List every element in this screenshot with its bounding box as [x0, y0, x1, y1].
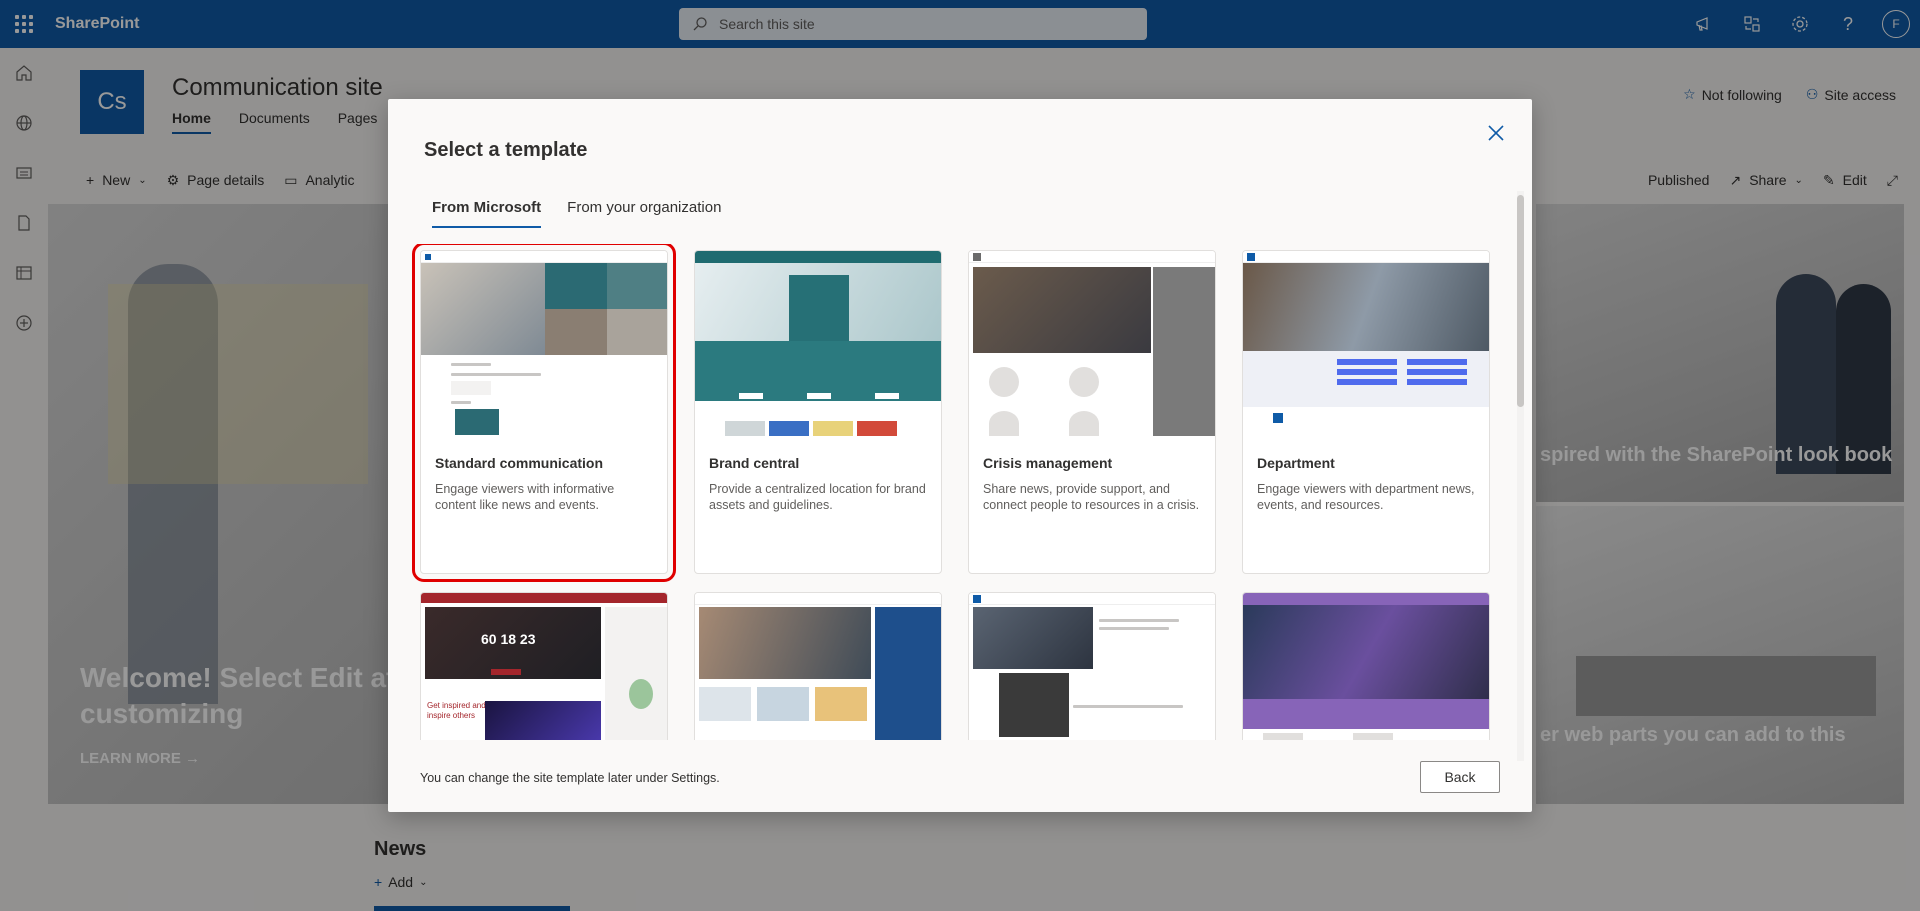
template-card-leadership-connection[interactable]: [968, 592, 1216, 740]
template-thumbnail: 60 18 23 Get inspired and inspire others: [421, 593, 667, 740]
template-title: Crisis management: [983, 455, 1113, 471]
close-icon[interactable]: [1480, 117, 1512, 149]
template-thumbnail: [695, 593, 941, 740]
countdown-text: 60 18 23: [481, 631, 536, 647]
template-thumbnail: [1243, 593, 1489, 740]
template-thumbnail: [421, 251, 667, 436]
back-button[interactable]: Back: [1420, 761, 1500, 793]
template-thumbnail: [1243, 251, 1489, 436]
template-description: Provide a centralized location for brand…: [709, 482, 926, 512]
template-card-standard-communication[interactable]: Standard communication Engage viewers wi…: [412, 244, 676, 582]
template-title: Department: [1257, 455, 1335, 471]
template-thumbnail: [695, 251, 941, 436]
template-description: Engage viewers with informative content …: [435, 482, 615, 512]
inspired-text: Get inspired and inspire others: [427, 701, 486, 720]
template-tabs: From Microsoft From your organization: [432, 199, 721, 228]
select-template-dialog: Select a template From Microsoft From yo…: [388, 99, 1532, 812]
scrollbar-thumb[interactable]: [1517, 195, 1524, 407]
dialog-title: Select a template: [424, 139, 588, 161]
template-card-department[interactable]: Department Engage viewers with departmen…: [1242, 250, 1490, 574]
template-card-human-resources[interactable]: [694, 592, 942, 740]
template-card-brand-central[interactable]: Brand central Provide a centralized loca…: [694, 250, 942, 574]
tab-from-microsoft[interactable]: From Microsoft: [432, 199, 542, 228]
template-description: Share news, provide support, and connect…: [983, 482, 1200, 512]
template-grid: Standard communication Engage viewers wi…: [410, 244, 1520, 740]
template-title: Standard communication: [435, 455, 604, 471]
footer-note: You can change the site template later u…: [420, 771, 720, 785]
template-title: Brand central: [709, 455, 800, 471]
template-thumbnail: [969, 251, 1215, 436]
template-description: Engage viewers with department news, eve…: [1257, 482, 1475, 512]
template-card-crisis-management[interactable]: Crisis management Share news, provide su…: [968, 250, 1216, 574]
tab-from-organization[interactable]: From your organization: [567, 199, 721, 228]
template-card-learning-central[interactable]: [1242, 592, 1490, 740]
dialog-scrollbar[interactable]: [1517, 191, 1524, 761]
template-thumbnail: [969, 593, 1215, 740]
template-card-event[interactable]: 60 18 23 Get inspired and inspire others: [420, 592, 668, 740]
